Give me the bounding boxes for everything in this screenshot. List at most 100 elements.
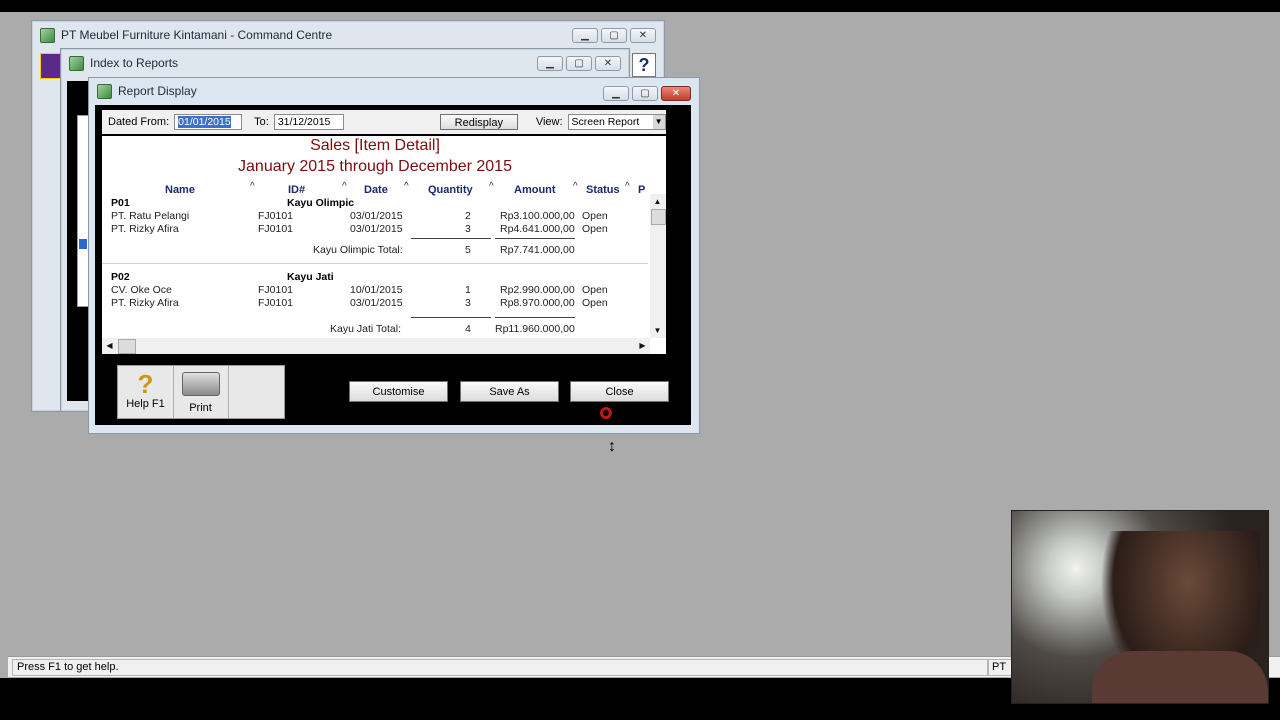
group-total-label: Kayu Olimpic Total: [313, 244, 403, 256]
shirt-shape [1092, 651, 1268, 703]
minimize-button[interactable]: ▁ [537, 56, 563, 71]
minimize-button[interactable]: ▁ [572, 28, 598, 43]
row-qty: 3 [465, 297, 471, 309]
window-title: Index to Reports [90, 56, 179, 70]
total-divider [411, 317, 491, 318]
vertical-scrollbar[interactable]: ▲ ▼ [650, 194, 666, 338]
group-name: Kayu Olimpic [287, 197, 355, 209]
print-tool[interactable]: Print [173, 366, 229, 418]
row-id: FJ0101 [258, 284, 294, 296]
resize-cursor-icon: ↕ [608, 438, 616, 455]
scroll-down-icon[interactable]: ▼ [650, 323, 665, 338]
to-label: To: [254, 116, 269, 128]
help-label: Help F1 [126, 398, 165, 410]
row-qty: 3 [465, 223, 471, 235]
report-toolbar: Dated From: 01/01/2015 To: 31/12/2015 Re… [102, 110, 666, 134]
close-button[interactable]: ✕ [595, 56, 621, 71]
app-icon [40, 27, 55, 43]
save-as-button[interactable]: Save As [460, 381, 559, 402]
column-header-name[interactable]: Name [165, 184, 195, 196]
row-date: 03/01/2015 [350, 210, 403, 222]
column-header-quantity[interactable]: Quantity [428, 184, 473, 196]
scroll-up-icon[interactable]: ▲ [650, 194, 665, 209]
row-name: PT. Ratu Pelangi [111, 210, 190, 222]
group-total-qty: 5 [465, 244, 471, 256]
dated-from-label: Dated From: [108, 116, 170, 128]
maximize-button[interactable]: ▢ [566, 56, 592, 71]
webcam-overlay [1011, 510, 1269, 704]
row-status: Open [582, 284, 608, 296]
window-title: PT Meubel Furniture Kintamani - Command … [61, 28, 333, 42]
total-divider [495, 238, 575, 239]
to-date-field[interactable]: 31/12/2015 [273, 114, 344, 130]
column-header-amount[interactable]: Amount [514, 184, 556, 196]
app-icon [97, 83, 112, 99]
scroll-thumb[interactable] [118, 339, 136, 354]
column-header-date[interactable]: Date [364, 184, 388, 196]
column-header-id[interactable]: ID# [288, 184, 305, 196]
dated-from-field[interactable]: 01/01/2015 [174, 114, 243, 130]
printer-icon [181, 372, 220, 396]
group-total-amount: Rp11.960.000,00 [495, 323, 575, 335]
app-icon [69, 55, 84, 71]
sort-caret-icon[interactable]: ^ [342, 181, 347, 192]
scroll-left-icon[interactable]: ◀ [102, 338, 117, 353]
row-name: CV. Oke Oce [111, 284, 172, 296]
report-subtitle: January 2015 through December 2015 [238, 158, 512, 175]
close-button[interactable]: ✕ [661, 86, 691, 101]
group-separator [102, 263, 648, 264]
maximize-button[interactable]: ▢ [601, 28, 627, 43]
scroll-right-icon[interactable]: ▶ [635, 338, 650, 353]
row-id: FJ0101 [258, 297, 294, 309]
report-display-window: Report Display ▁ ▢ ✕ Dated From: 01/01/2… [88, 77, 700, 434]
row-amount: Rp2.990.000,00 [500, 284, 575, 296]
window-title-bar[interactable]: PT Meubel Furniture Kintamani - Command … [32, 21, 664, 49]
row-date: 10/01/2015 [350, 284, 403, 296]
column-header-p[interactable]: P [638, 184, 645, 196]
click-indicator-icon [600, 407, 612, 419]
status-help-text: Press F1 to get help. [12, 659, 988, 676]
row-status: Open [582, 297, 608, 309]
help-tool[interactable]: ? Help F1 [118, 366, 174, 418]
row-name: PT. Rizky Afira [111, 297, 179, 309]
print-label: Print [189, 402, 212, 414]
close-button[interactable]: ✕ [630, 28, 656, 43]
window-title: Report Display [118, 84, 197, 98]
group-name: Kayu Jati [287, 271, 334, 283]
redisplay-button[interactable]: Redisplay [439, 114, 518, 130]
close-report-button[interactable]: Close [570, 381, 669, 402]
column-header-status[interactable]: Status [586, 184, 620, 196]
horizontal-scrollbar[interactable]: ◀ ▶ [102, 338, 650, 354]
sort-caret-icon[interactable]: ^ [250, 181, 255, 192]
selected-report-marker [79, 239, 87, 249]
view-select[interactable]: Screen Report ▼ [567, 114, 666, 130]
sort-caret-icon[interactable]: ^ [625, 181, 630, 192]
group-total-amount: Rp7.741.000,00 [500, 244, 575, 256]
row-name: PT. Rizky Afira [111, 223, 179, 235]
row-amount: Rp4.641.000,00 [500, 223, 575, 235]
report-tools: ? Help F1 Print [117, 365, 285, 419]
sort-caret-icon[interactable]: ^ [489, 181, 494, 192]
row-status: Open [582, 223, 608, 235]
report-title: Sales [Item Detail] [310, 137, 440, 154]
minimize-button[interactable]: ▁ [603, 86, 629, 101]
total-divider [495, 317, 575, 318]
customise-button[interactable]: Customise [349, 381, 448, 402]
help-icon[interactable]: ? [632, 53, 656, 77]
total-divider [411, 238, 491, 239]
row-id: FJ0101 [258, 210, 294, 222]
report-content: Sales [Item Detail] January 2015 through… [102, 136, 666, 354]
group-total-label: Kayu Jati Total: [330, 323, 402, 335]
row-status: Open [582, 210, 608, 222]
view-label: View: [535, 116, 563, 128]
sort-caret-icon[interactable]: ^ [573, 181, 578, 192]
row-qty: 1 [465, 284, 471, 296]
row-amount: Rp3.100.000,00 [500, 210, 575, 222]
chevron-down-icon[interactable]: ▼ [652, 115, 665, 129]
row-date: 03/01/2015 [350, 297, 403, 309]
maximize-button[interactable]: ▢ [632, 86, 658, 101]
scroll-thumb[interactable] [651, 209, 666, 225]
group-total-qty: 4 [465, 323, 471, 335]
row-date: 03/01/2015 [350, 223, 403, 235]
sort-caret-icon[interactable]: ^ [404, 181, 409, 192]
